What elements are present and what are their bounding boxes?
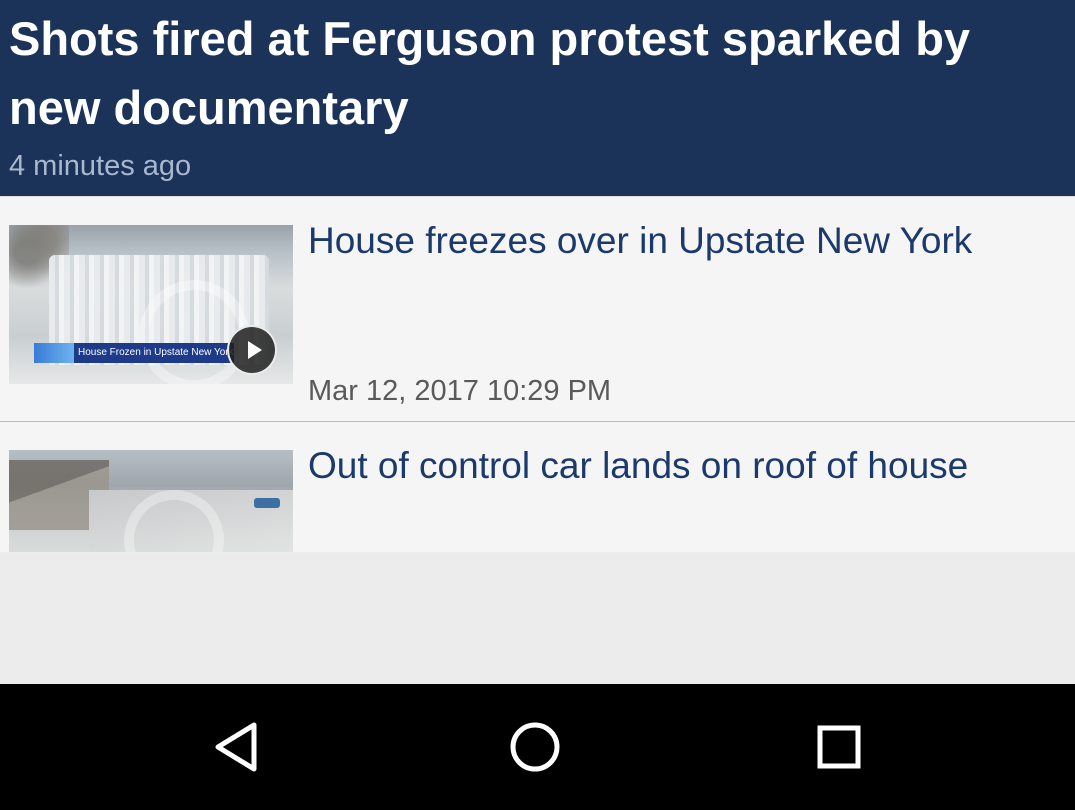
thumbnail-caption-logo bbox=[34, 343, 74, 363]
story-title[interactable]: Out of control car lands on roof of hous… bbox=[308, 442, 968, 490]
list-item[interactable]: Out of control car lands on roof of hous… bbox=[0, 422, 1075, 552]
play-icon[interactable] bbox=[227, 325, 277, 375]
recents-button[interactable] bbox=[809, 717, 869, 777]
home-button[interactable] bbox=[505, 717, 565, 777]
story-timestamp: Mar 12, 2017 10:29 PM bbox=[308, 375, 612, 407]
back-icon bbox=[215, 722, 257, 772]
system-navigation-bar bbox=[0, 684, 1075, 810]
featured-timestamp: 4 minutes ago bbox=[9, 150, 192, 182]
home-icon bbox=[510, 722, 560, 772]
featured-story[interactable]: Shots fired at Ferguson protest sparked … bbox=[0, 0, 1075, 196]
abc-watermark-icon bbox=[139, 280, 249, 384]
empty-area bbox=[0, 553, 1075, 684]
story-list: House Frozen in Upstate New York House f… bbox=[0, 196, 1075, 552]
story-title[interactable]: House freezes over in Upstate New York bbox=[308, 217, 972, 265]
back-button[interactable] bbox=[205, 717, 265, 777]
thumbnail-car bbox=[254, 498, 280, 508]
screen: Shots fired at Ferguson protest sparked … bbox=[0, 0, 1075, 810]
story-thumbnail[interactable]: House Frozen in Upstate New York bbox=[9, 225, 293, 384]
featured-title[interactable]: Shots fired at Ferguson protest sparked … bbox=[9, 4, 1059, 142]
list-item[interactable]: House Frozen in Upstate New York House f… bbox=[0, 196, 1075, 422]
recents-icon bbox=[817, 725, 861, 769]
story-thumbnail[interactable] bbox=[9, 450, 293, 552]
